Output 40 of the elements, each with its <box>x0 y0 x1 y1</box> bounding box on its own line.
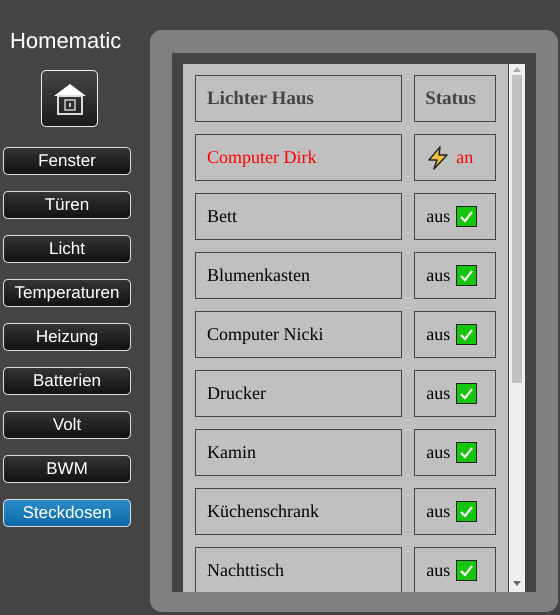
nav-button[interactable]: Türen <box>3 191 131 219</box>
checkmark-icon <box>456 501 478 522</box>
app-title: Homematic <box>10 28 122 54</box>
checkmark-icon <box>456 206 478 227</box>
checkmark-icon <box>456 442 478 463</box>
status-text: aus <box>426 383 450 404</box>
device-name-cell: Küchenschrank <box>195 488 402 535</box>
status-text: aus <box>426 501 450 522</box>
checkmark-icon <box>456 265 478 286</box>
lightning-icon <box>426 146 450 170</box>
status-text: aus <box>426 206 450 227</box>
checkmark-icon <box>456 560 478 581</box>
status-text: aus <box>426 560 450 581</box>
nav-button[interactable]: Steckdosen <box>3 499 131 527</box>
status-text: an <box>456 147 474 168</box>
nav-button[interactable]: BWM <box>3 455 131 483</box>
nav-button[interactable]: Licht <box>3 235 131 263</box>
device-name-cell: Bett <box>195 193 402 240</box>
nav-button[interactable]: Batterien <box>3 367 131 395</box>
status-text: aus <box>426 442 450 463</box>
device-name-cell: Nachttisch <box>195 547 402 592</box>
device-name-cell: Drucker <box>195 370 402 417</box>
column-header: Lichter Haus <box>195 75 402 122</box>
device-name-cell: Computer Dirk <box>195 134 402 181</box>
device-name-cell: Computer Nicki <box>195 311 402 358</box>
checkmark-icon <box>456 324 478 345</box>
nav-button[interactable]: Fenster <box>3 147 131 175</box>
nav-button[interactable]: Heizung <box>3 323 131 351</box>
nav-button[interactable]: Temperaturen <box>3 279 131 307</box>
nav-button[interactable]: Volt <box>3 411 131 439</box>
house-icon <box>52 82 86 116</box>
home-button[interactable] <box>41 70 98 127</box>
scroll-down-arrow-icon[interactable] <box>513 581 521 586</box>
checkmark-icon <box>456 383 478 404</box>
status-text: aus <box>426 265 450 286</box>
device-name-cell: Kamin <box>195 429 402 476</box>
status-text: aus <box>426 324 450 345</box>
scrollbar[interactable] <box>509 64 525 592</box>
device-name-cell: Blumenkasten <box>195 252 402 299</box>
column-header: Status <box>414 75 496 122</box>
